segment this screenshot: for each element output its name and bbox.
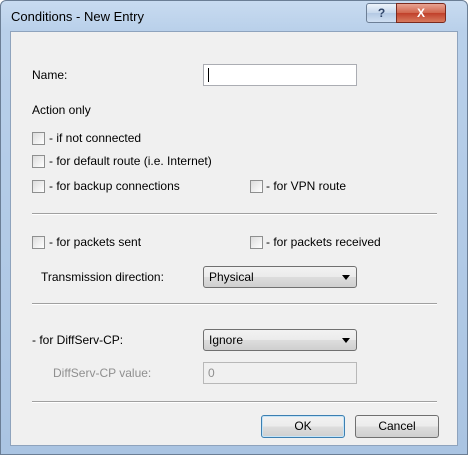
transmission-direction-select[interactable]: Physical — [203, 266, 357, 288]
transmission-direction-value: Physical — [209, 270, 254, 284]
packets-sent-label[interactable]: - for packets sent — [49, 235, 141, 249]
text-caret — [208, 68, 209, 82]
dialog-body: Name: Action only - if not connected - f… — [10, 31, 458, 446]
default-route-checkbox[interactable] — [32, 155, 45, 168]
vpn-route-checkbox[interactable] — [250, 180, 263, 193]
backup-connections-checkbox[interactable] — [32, 180, 45, 193]
chevron-down-icon — [342, 338, 350, 343]
diffserv-label: - for DiffServ-CP: — [32, 333, 124, 347]
separator-3 — [32, 401, 437, 403]
help-icon: ? — [377, 6, 386, 20]
vpn-route-label[interactable]: - for VPN route — [266, 179, 346, 193]
title-bar[interactable]: Conditions - New Entry ? X — [1, 1, 467, 31]
transmission-direction-label: Transmission direction: — [41, 270, 164, 284]
default-route-label[interactable]: - for default route (i.e. Internet) — [49, 154, 212, 168]
if-not-connected-checkbox[interactable] — [32, 132, 45, 145]
diffserv-value-input[interactable]: 0 — [203, 362, 357, 384]
cancel-button[interactable]: Cancel — [355, 415, 439, 438]
diffserv-select[interactable]: Ignore — [203, 329, 357, 351]
action-only-label: Action only — [32, 103, 91, 117]
packets-sent-checkbox[interactable] — [32, 236, 45, 249]
window-title: Conditions - New Entry — [11, 9, 144, 24]
diffserv-value-input-value: 0 — [208, 366, 215, 380]
help-button[interactable]: ? — [366, 3, 397, 23]
separator-2 — [32, 303, 437, 305]
close-button[interactable]: X — [396, 3, 446, 23]
dialog-window: Conditions - New Entry ? X Name: Action … — [0, 0, 468, 455]
backup-connections-label[interactable]: - for backup connections — [49, 179, 180, 193]
diffserv-value-label: DiffServ-CP value: — [53, 366, 152, 380]
ok-button[interactable]: OK — [261, 415, 345, 438]
name-input[interactable] — [203, 64, 357, 86]
name-label: Name: — [32, 68, 68, 82]
packets-received-label[interactable]: - for packets received — [266, 235, 381, 249]
close-icon: X — [416, 6, 425, 20]
if-not-connected-label[interactable]: - if not connected — [49, 131, 141, 145]
diffserv-select-value: Ignore — [209, 333, 244, 347]
packets-received-checkbox[interactable] — [250, 236, 263, 249]
chevron-down-icon — [342, 275, 350, 280]
separator-1 — [32, 213, 437, 215]
